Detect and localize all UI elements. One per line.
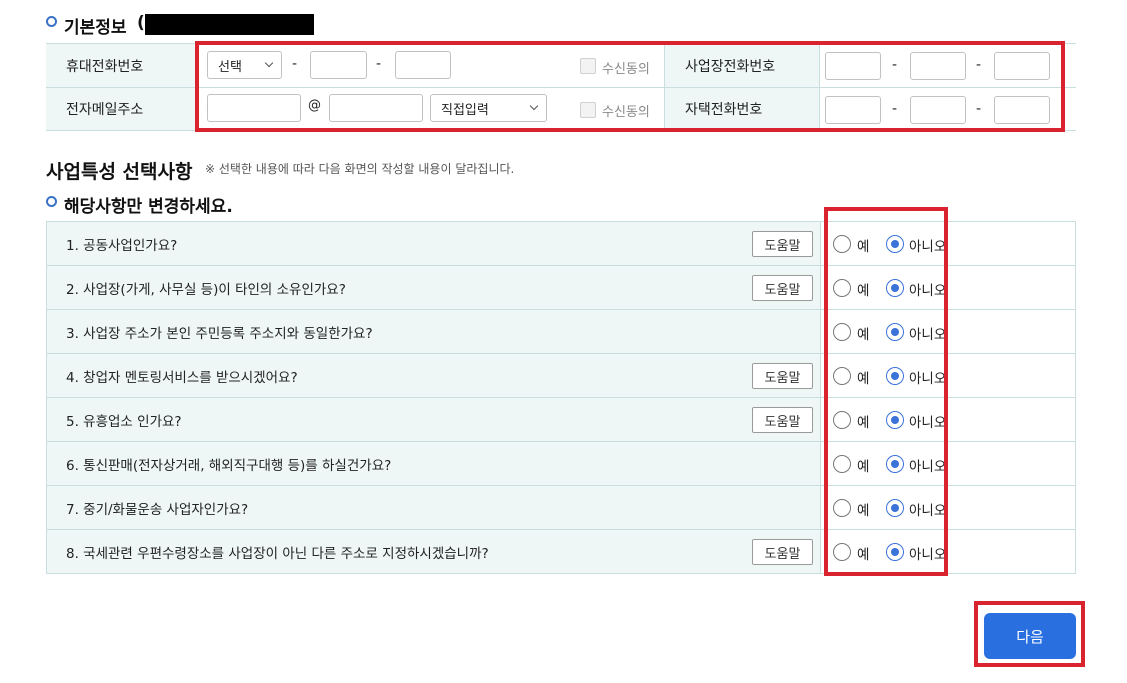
question-row: 4. 창업자 멘토링서비스를 받으시겠어요? 도움말 예 아니오 (47, 354, 1075, 398)
question-row: 1. 공동사업인가요? 도움말 예 아니오 (47, 222, 1075, 266)
dash: - (892, 57, 898, 73)
help-button[interactable]: 도움말 (752, 363, 813, 389)
business-phone-1-input[interactable] (825, 52, 881, 80)
yes-radio[interactable] (833, 367, 851, 385)
dash: - (976, 101, 982, 117)
mobile-consent-checkbox[interactable] (580, 58, 596, 74)
subsection-title: 해당사항만 변경하세요. (64, 197, 233, 217)
question-text: 6. 통신판매(전자상거래, 해외직구대행 등)를 하실건가요? (66, 457, 392, 474)
question-row: 6. 통신판매(전자상거래, 해외직구대행 등)를 하실건가요? 예 아니오 (47, 442, 1075, 486)
question-row: 5. 유흥업소 인가요? 도움말 예 아니오 (47, 398, 1075, 442)
yes-radio[interactable] (833, 323, 851, 341)
email-consent-label: 수신동의 (602, 105, 650, 120)
yes-radio[interactable] (833, 499, 851, 517)
question-row: 8. 국세관련 우편수령장소를 사업장이 아닌 다른 주소로 지정하시겠습니까?… (47, 530, 1075, 574)
yes-label: 예 (857, 503, 870, 519)
no-radio[interactable] (886, 499, 904, 517)
mobile-middle-input[interactable] (310, 51, 367, 79)
yes-label: 예 (857, 371, 870, 387)
no-radio[interactable] (886, 543, 904, 561)
no-label: 아니오 (909, 459, 947, 475)
home-phone-2-input[interactable] (910, 96, 966, 124)
no-radio[interactable] (886, 235, 904, 253)
question-row: 7. 중기/화물운송 사업자인가요? 예 아니오 (47, 486, 1075, 530)
home-phone-1-input[interactable] (825, 96, 881, 124)
business-characteristics-title: 사업특성 선택사항 (46, 161, 193, 183)
email-id-input[interactable] (207, 94, 301, 122)
mobile-prefix-select[interactable]: 선택 (207, 51, 282, 79)
yes-label: 예 (857, 547, 870, 563)
help-button[interactable]: 도움말 (752, 407, 813, 433)
dash: - (976, 57, 982, 73)
yes-radio[interactable] (833, 279, 851, 297)
email-label: 전자메일주소 (46, 88, 195, 130)
home-phone-3-input[interactable] (994, 96, 1050, 124)
email-domain-select[interactable]: 직접입력 (430, 94, 547, 122)
business-phone-2-input[interactable] (910, 52, 966, 80)
yes-radio[interactable] (833, 235, 851, 253)
yes-label: 예 (857, 239, 870, 255)
help-button[interactable]: 도움말 (752, 275, 813, 301)
yes-label: 예 (857, 283, 870, 299)
no-label: 아니오 (909, 327, 947, 343)
no-label: 아니오 (909, 547, 947, 563)
question-text: 1. 공동사업인가요? (66, 237, 178, 254)
chevron-down-icon (264, 58, 274, 68)
email-domain-input[interactable] (329, 94, 423, 122)
email-at-sign: @ (308, 98, 321, 113)
dash: - (376, 56, 382, 72)
next-button[interactable]: 다음 (984, 613, 1076, 659)
dash: - (292, 56, 298, 72)
no-radio[interactable] (886, 367, 904, 385)
business-phone-label: 사업장전화번호 (665, 44, 819, 87)
redacted-name (145, 14, 314, 35)
question-text: 7. 중기/화물운송 사업자인가요? (66, 501, 249, 518)
business-phone-3-input[interactable] (994, 52, 1050, 80)
chevron-down-icon (529, 101, 539, 111)
yes-radio[interactable] (833, 411, 851, 429)
yes-radio[interactable] (833, 455, 851, 473)
no-radio[interactable] (886, 279, 904, 297)
home-phone-label: 자택전화번호 (665, 88, 819, 130)
dash: - (892, 101, 898, 117)
mobile-consent-label: 수신동의 (602, 62, 650, 77)
question-text: 4. 창업자 멘토링서비스를 받으시겠어요? (66, 369, 298, 386)
yes-radio[interactable] (833, 543, 851, 561)
no-label: 아니오 (909, 239, 947, 255)
question-row: 3. 사업장 주소가 본인 주민등록 주소지와 동일한가요? 예 아니오 (47, 310, 1075, 354)
section-bullet-icon (46, 16, 57, 27)
no-label: 아니오 (909, 415, 947, 431)
help-button[interactable]: 도움말 (752, 539, 813, 565)
no-radio[interactable] (886, 411, 904, 429)
yes-label: 예 (857, 327, 870, 343)
yes-label: 예 (857, 459, 870, 475)
no-radio[interactable] (886, 323, 904, 341)
mobile-last-input[interactable] (395, 51, 451, 79)
no-radio[interactable] (886, 455, 904, 473)
basic-info-title: 기본정보 (64, 18, 127, 38)
help-button[interactable]: 도움말 (752, 231, 813, 257)
section-bullet-icon (46, 196, 57, 207)
mobile-label: 휴대전화번호 (46, 44, 195, 87)
question-text: 2. 사업장(가게, 사무실 등)이 타인의 소유인가요? (66, 281, 346, 298)
question-text: 3. 사업장 주소가 본인 주민등록 주소지와 동일한가요? (66, 325, 373, 342)
business-note: ※ 선택한 내용에 따라 다음 화면의 작성할 내용이 달라집니다. (205, 162, 515, 176)
no-label: 아니오 (909, 283, 947, 299)
basic-info-paren: ( (137, 13, 145, 33)
no-label: 아니오 (909, 371, 947, 387)
question-text: 8. 국세관련 우편수령장소를 사업장이 아닌 다른 주소로 지정하시겠습니까? (66, 545, 489, 562)
question-text: 5. 유흥업소 인가요? (66, 413, 182, 430)
yes-label: 예 (857, 415, 870, 431)
email-consent-checkbox[interactable] (580, 102, 596, 118)
question-row: 2. 사업장(가게, 사무실 등)이 타인의 소유인가요? 도움말 예 아니오 (47, 266, 1075, 310)
no-label: 아니오 (909, 503, 947, 519)
